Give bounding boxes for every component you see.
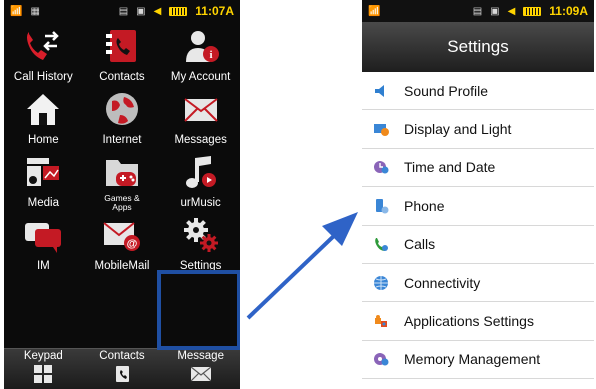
gear-globe-icon [372, 350, 390, 368]
app-my-account[interactable]: i My Account [161, 22, 240, 85]
menu-label: Phone [404, 197, 445, 214]
status-bar: 📶 ▤ ▣ ◀ 11:09A [362, 0, 594, 22]
svg-text:@: @ [127, 238, 138, 250]
envelope-icon [180, 89, 222, 129]
menu-item-phone[interactable]: Phone [362, 187, 594, 226]
gear-icon [180, 215, 222, 255]
mobile-mail-icon: @ [101, 215, 143, 255]
app-label: Internet [102, 134, 142, 146]
app-label: Home [27, 134, 59, 146]
dock-contacts[interactable]: Contacts [83, 349, 162, 389]
my-account-icon: i [180, 26, 222, 66]
app-home[interactable]: Home [4, 85, 83, 148]
app-label: Media [27, 197, 59, 209]
speaker-icon [372, 82, 390, 100]
call-history-icon [22, 26, 64, 66]
menu-item-sound-profile[interactable]: Sound Profile [362, 72, 594, 111]
app-label: Call History [13, 71, 73, 83]
handset-icon [372, 235, 390, 253]
bottom-dock: Keypad Contacts Message [4, 348, 240, 389]
music-note-icon [180, 152, 222, 192]
home-screen-phone: 📶 ▦ ▤ ▣ ◀ 11:07A Call History Contacts i… [4, 0, 240, 389]
puzzle-icon [372, 312, 390, 330]
globe-icon [372, 274, 390, 292]
envelope-icon [190, 365, 212, 383]
settings-menu: Sound Profile Display and Light Time and… [362, 72, 594, 380]
globe-icon [101, 89, 143, 129]
app-im[interactable]: IM [4, 211, 83, 274]
voicemail-icon: ▣ [490, 5, 500, 17]
menu-item-display-and-light[interactable]: Display and Light [362, 110, 594, 149]
app-label: Games & Apps [104, 193, 140, 212]
menu-item-applications-settings[interactable]: Applications Settings [362, 302, 594, 341]
app-label: Contacts [99, 71, 145, 83]
status-bar: 📶 ▦ ▤ ▣ ◀ 11:07A [4, 0, 240, 22]
menu-item-calls[interactable]: Calls [362, 225, 594, 264]
page-title: Settings [362, 22, 594, 72]
menu-label: Memory Management [404, 351, 541, 368]
sim-icon: ▦ [30, 5, 40, 17]
app-mobilemail[interactable]: @ MobileMail [83, 211, 162, 274]
battery-icon [169, 6, 188, 16]
app-label: My Account [170, 71, 231, 83]
speaker-icon: ◀ [153, 5, 162, 17]
dock-keypad[interactable]: Keypad [4, 349, 83, 389]
gamepad-icon [101, 152, 143, 192]
app-label: IM [36, 260, 50, 272]
app-urmusic[interactable]: urMusic [161, 148, 240, 211]
dock-label: Keypad [23, 350, 63, 362]
voicemail-icon: ▣ [136, 5, 146, 17]
signal-icon: 📶 [368, 5, 381, 17]
app-label: Settings [179, 260, 222, 272]
menu-label: Calls [404, 236, 436, 253]
dock-message[interactable]: Message [161, 349, 240, 389]
storage-icon: ▤ [472, 5, 483, 17]
menu-item-connectivity[interactable]: Connectivity [362, 263, 594, 303]
battery-icon [523, 6, 542, 16]
menu-item-time-and-date[interactable]: Time and Date [362, 148, 594, 188]
menu-label: Applications Settings [404, 313, 534, 330]
arrow-icon [246, 212, 358, 320]
status-time: 11:09A [549, 4, 588, 18]
media-icon [22, 152, 64, 192]
menu-label: Connectivity [404, 274, 481, 291]
settings-highlight-box [157, 270, 240, 350]
dock-label: Message [177, 350, 224, 362]
settings-screen-phone: 📶 ▤ ▣ ◀ 11:09A Settings Sound Profile Di… [362, 0, 594, 389]
speaker-icon: ◀ [507, 5, 516, 17]
dock-label: Contacts [99, 350, 145, 362]
svg-text:i: i [209, 49, 212, 61]
app-messages[interactable]: Messages [161, 85, 240, 148]
app-grid: Call History Contacts i My Account Home … [4, 22, 240, 274]
contacts-icon [111, 365, 133, 383]
app-media[interactable]: Media [4, 148, 83, 211]
app-settings[interactable]: Settings [161, 211, 240, 274]
phone-icon [372, 197, 390, 215]
app-label: MobileMail [94, 260, 150, 272]
menu-item-memory-management[interactable]: Memory Management [362, 340, 594, 380]
chat-bubble-icon [22, 215, 64, 255]
clock-icon [372, 158, 390, 176]
display-icon [372, 120, 390, 138]
menu-label: Display and Light [404, 121, 512, 138]
menu-label: Sound Profile [404, 82, 489, 99]
app-contacts[interactable]: Contacts [83, 22, 162, 85]
app-internet[interactable]: Internet [83, 85, 162, 148]
signal-icon: 📶 [10, 5, 23, 17]
contacts-icon [101, 26, 143, 66]
app-label: Messages [174, 134, 227, 146]
app-label: urMusic [180, 197, 221, 209]
app-games-and-apps[interactable]: Games & Apps [83, 148, 162, 212]
status-time: 11:07A [195, 4, 234, 18]
storage-icon: ▤ [118, 5, 129, 17]
app-call-history[interactable]: Call History [4, 22, 83, 85]
home-icon [22, 89, 64, 129]
menu-label: Time and Date [404, 159, 496, 176]
keypad-icon [32, 365, 54, 383]
